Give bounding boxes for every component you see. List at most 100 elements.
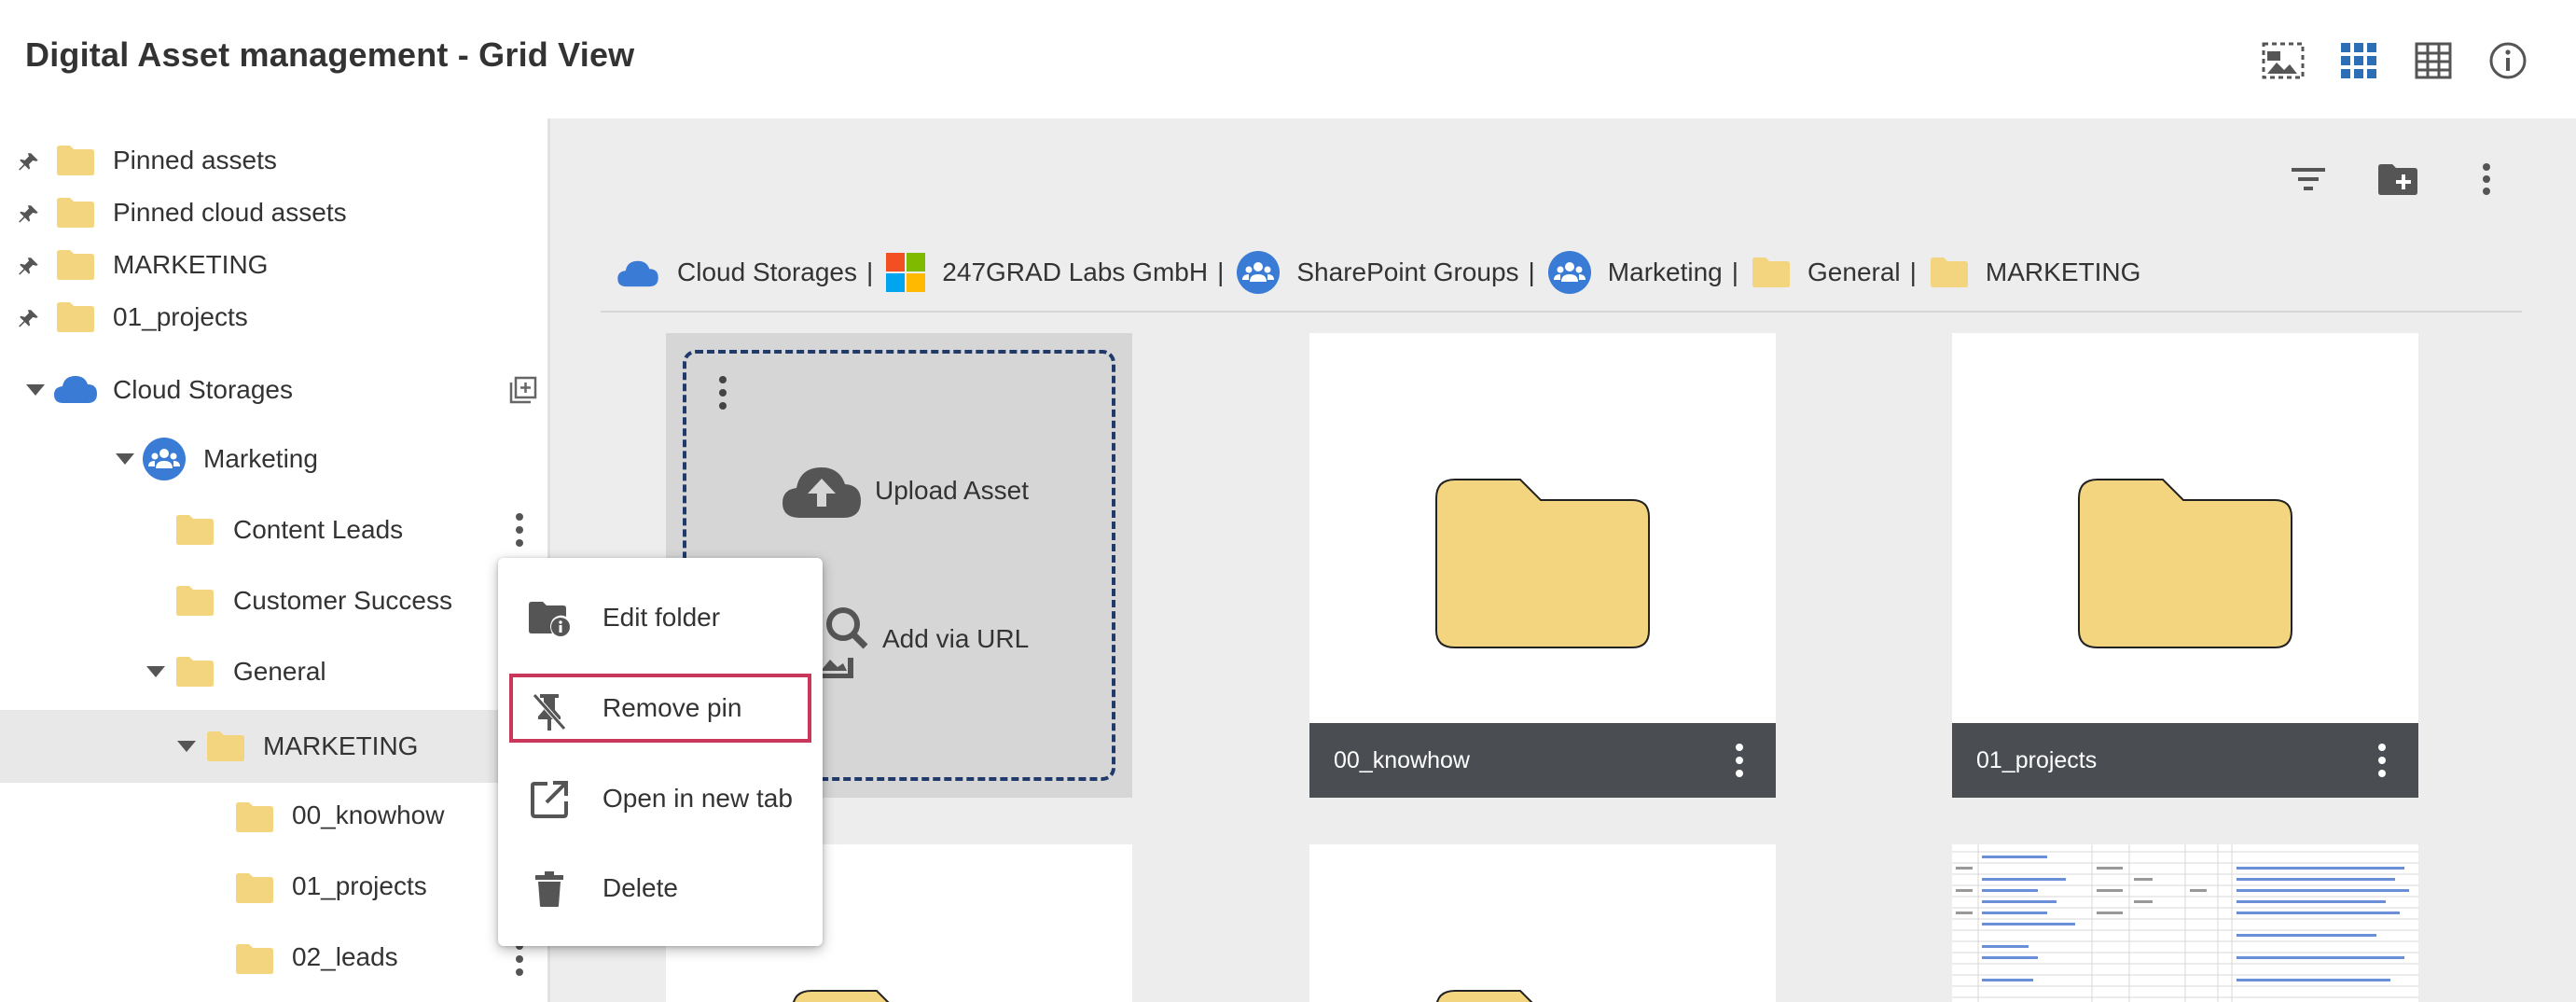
card-footer: 00_knowhow: [1309, 723, 1776, 798]
menu-item-label: Edit folder: [602, 603, 721, 632]
folder-icon: [57, 302, 94, 332]
breadcrumb-item[interactable]: Marketing: [1547, 251, 1723, 294]
folder-icon: [57, 146, 94, 175]
image-select-icon[interactable]: [2260, 37, 2306, 84]
caret-down-icon[interactable]: [26, 384, 45, 396]
caret-down-icon[interactable]: [116, 453, 134, 465]
breadcrumb-label: 247GRAD Labs GmbH: [942, 257, 1209, 286]
folder-card[interactable]: [1309, 844, 1776, 1002]
tree-item-marketing-group[interactable]: Marketing: [0, 426, 547, 492]
sidebar-item-label: 02_leads: [292, 942, 398, 971]
app-header: Digital Asset management - Grid View: [0, 0, 2576, 118]
microsoft-logo-icon: [886, 253, 926, 292]
more-options-icon[interactable]: [1735, 742, 1744, 779]
folder-icon: [2078, 479, 2292, 648]
sidebar-item-label: Marketing: [203, 444, 318, 473]
card-title: 00_knowhow: [1334, 746, 1470, 773]
tree-item-marketing-folder[interactable]: MARKETING: [0, 710, 547, 783]
cloud-icon: [616, 257, 660, 288]
caret-down-icon[interactable]: [177, 741, 196, 752]
tree-item-01-projects[interactable]: 01_projects: [0, 854, 547, 919]
breadcrumb-item[interactable]: SharePoint Groups: [1237, 251, 1519, 294]
menu-item-label: Open in new tab: [602, 784, 793, 813]
folder-icon: [176, 515, 214, 545]
breadcrumb-item[interactable]: MARKETING: [1930, 257, 2140, 288]
breadcrumb-separator: |: [1731, 257, 1739, 286]
breadcrumb-item[interactable]: 247GRAD Labs GmbH: [886, 253, 1208, 292]
group-icon: [1237, 251, 1281, 294]
breadcrumb-item[interactable]: General: [1752, 257, 1901, 288]
more-options-icon[interactable]: [2463, 156, 2510, 202]
card-title: 01_projects: [1976, 746, 2098, 773]
grid-view-icon[interactable]: [2335, 37, 2382, 84]
folder-icon: [1930, 257, 1969, 288]
folder-icon: [793, 990, 890, 1002]
breadcrumb-label: Cloud Storages: [677, 257, 858, 286]
folder-card[interactable]: 00_knowhow: [1309, 333, 1776, 798]
sidebar-item-label: Pinned cloud assets: [113, 198, 347, 227]
more-options-icon[interactable]: [515, 511, 524, 549]
menu-item-remove-pin[interactable]: Remove pin: [509, 674, 811, 743]
info-icon[interactable]: [2485, 37, 2531, 84]
breadcrumb-label: Marketing: [1607, 257, 1723, 286]
folder-icon: [1435, 479, 1650, 648]
breadcrumb-separator: |: [1909, 257, 1917, 286]
breadcrumb-separator: |: [866, 257, 874, 286]
table-view-icon[interactable]: [2410, 37, 2457, 84]
card-footer: 01_projects: [1952, 723, 2418, 798]
menu-item-label: Remove pin: [602, 693, 742, 722]
sidebar-item-label: MARKETING: [113, 250, 269, 279]
menu-item-delete[interactable]: Delete: [498, 851, 823, 925]
upload-asset-button[interactable]: Upload Asset: [875, 476, 1029, 506]
sidebar-item-label: MARKETING: [263, 731, 419, 760]
new-folder-icon[interactable]: [2375, 156, 2421, 202]
sidebar-item-label: Pinned assets: [113, 146, 277, 174]
tree-item-content-leads[interactable]: Content Leads: [0, 497, 547, 563]
pin-icon: [19, 257, 38, 275]
add-via-url-button[interactable]: Add via URL: [882, 624, 1029, 654]
pinned-item-01-projects[interactable]: 01_projects: [0, 285, 547, 350]
trash-icon: [528, 868, 571, 911]
context-menu: Edit folder Remove pin Open in new tab D…: [498, 558, 823, 946]
tree-item-customer-success[interactable]: Customer Success: [0, 568, 547, 633]
tree-item-general[interactable]: General: [0, 639, 547, 704]
more-options-icon[interactable]: [515, 940, 524, 978]
breadcrumb-label: MARKETING: [1985, 257, 2141, 286]
folder-icon: [1436, 990, 1533, 1002]
menu-item-edit-folder[interactable]: Edit folder: [498, 580, 823, 655]
page-title: Digital Asset management - Grid View: [25, 35, 635, 74]
sidebar-item-label: Cloud Storages: [113, 375, 294, 404]
folder-icon: [57, 198, 94, 228]
breadcrumb-item[interactable]: Cloud Storages: [616, 257, 857, 288]
folder-card[interactable]: 01_projects: [1952, 333, 2418, 798]
menu-item-label: Delete: [602, 873, 678, 902]
caret-down-icon[interactable]: [146, 666, 165, 677]
folder-icon: [236, 873, 273, 903]
breadcrumb-separator: |: [1217, 257, 1225, 286]
sidebar-item-label: 01_projects: [292, 871, 427, 900]
tree-item-02-leads[interactable]: 02_leads: [0, 925, 547, 990]
open-in-new-icon: [528, 778, 571, 821]
sidebar-item-label: Customer Success: [233, 586, 452, 615]
unpin-icon: [528, 690, 571, 733]
folder-info-icon: [528, 597, 571, 640]
tree-item-cloud-storages[interactable]: Cloud Storages: [0, 357, 547, 423]
folder-icon: [57, 250, 94, 280]
filter-icon[interactable]: [2285, 156, 2332, 202]
folder-icon: [176, 586, 214, 616]
spreadsheet-thumbnail[interactable]: [1952, 844, 2418, 1002]
add-library-icon[interactable]: [509, 376, 537, 404]
more-options-icon[interactable]: [2377, 742, 2387, 779]
more-options-icon[interactable]: [718, 374, 727, 411]
sidebar: Pinned assets Pinned cloud assets MARKET…: [0, 118, 550, 1002]
sidebar-item-label: General: [233, 657, 326, 686]
menu-item-open-in-new-tab[interactable]: Open in new tab: [498, 761, 823, 836]
folder-icon: [236, 944, 273, 974]
breadcrumb-label: SharePoint Groups: [1296, 257, 1519, 286]
folder-icon: [236, 802, 273, 832]
group-icon: [1547, 251, 1591, 294]
folder-icon: [207, 731, 244, 761]
cloud-upload-icon: [782, 467, 861, 518]
tree-item-00-knowhow[interactable]: 00_knowhow: [0, 783, 547, 848]
folder-icon: [176, 657, 214, 687]
